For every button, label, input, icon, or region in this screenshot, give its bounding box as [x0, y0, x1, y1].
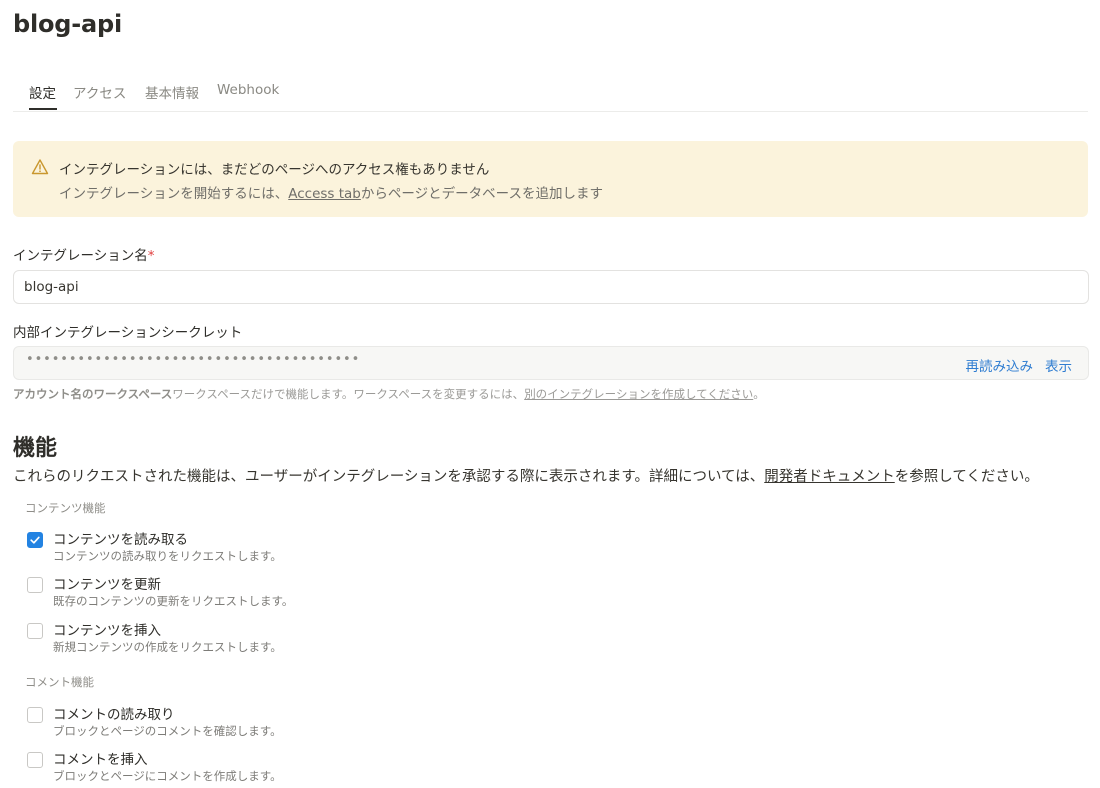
tab-bar: 設定 アクセス 基本情報 Webhook	[13, 76, 1088, 112]
read-comments-checkbox[interactable]	[27, 707, 43, 723]
capability-title: コンテンツを挿入	[53, 623, 161, 639]
active-tab-indicator	[29, 108, 57, 110]
create-integration-link[interactable]: 別のインテグレーションを作成してください	[524, 387, 753, 401]
capability-description: ブロックとページのコメントを確認します。	[53, 724, 282, 738]
capabilities-description: これらのリクエストされた機能は、ユーザーがインテグレーションを承認する際に表示さ…	[13, 465, 1039, 486]
integration-name-label-text: インテグレーション名	[13, 248, 148, 264]
capability-description: ブロックとページにコメントを作成します。	[53, 769, 282, 783]
alert-title: インテグレーションには、まだどのページへのアクセス権もありません	[59, 162, 490, 178]
capability-description: コンテンツの読み取りをリクエストします。	[53, 549, 282, 563]
secret-label: 内部インテグレーションシークレット	[13, 325, 243, 341]
alert-body: インテグレーションを開始するには、Access tabからページとデータベースを…	[59, 182, 603, 202]
capability-description: 新規コンテンツの作成をリクエストします。	[53, 640, 282, 654]
page-title: blog-api	[13, 10, 123, 38]
workspace-help-body: ワークスペースだけで機能します。ワークスペースを変更するには、	[172, 387, 525, 401]
content-capabilities-label: コンテンツ機能	[25, 501, 106, 515]
integration-name-value: blog-api	[24, 279, 79, 295]
integration-name-label: インテグレーション名*	[13, 244, 154, 264]
show-secret-button[interactable]: 表示	[1045, 359, 1072, 375]
capabilities-description-suffix: を参照してください。	[894, 469, 1039, 485]
comment-capabilities-label: コメント機能	[25, 675, 94, 689]
tab-basic-info[interactable]: 基本情報	[145, 82, 199, 102]
capability-read-content: コンテンツを読み取る コンテンツの読み取りをリクエストします。	[27, 528, 627, 564]
tab-access[interactable]: アクセス	[73, 82, 126, 102]
checkmark-icon	[30, 536, 40, 544]
warning-triangle-icon	[31, 159, 49, 175]
secret-actions: 再読み込み 表示	[966, 355, 1073, 375]
workspace-name: アカウント名のワークスペース	[13, 387, 173, 401]
secret-masked-value: •••••••••••••••••••••••••••••••••••••••	[26, 352, 361, 367]
alert-body-suffix: からページとデータベースを追加します	[360, 186, 603, 202]
capability-title: コメントを挿入	[53, 752, 148, 768]
capability-title: コメントの読み取り	[53, 707, 175, 723]
developer-docs-link[interactable]: 開発者ドキュメント	[764, 469, 895, 485]
capabilities-description-text: これらのリクエストされた機能は、ユーザーがインテグレーションを承認する際に表示さ…	[13, 469, 765, 485]
tab-settings[interactable]: 設定	[29, 82, 56, 102]
capability-read-comments: コメントの読み取り ブロックとページのコメントを確認します。	[27, 703, 627, 739]
capability-insert-comments: コメントを挿入 ブロックとページにコメントを作成します。	[27, 748, 627, 784]
secret-field: ••••••••••••••••••••••••••••••••••••••• …	[13, 346, 1089, 380]
insert-content-checkbox[interactable]	[27, 623, 43, 639]
read-content-checkbox[interactable]	[27, 532, 43, 548]
capabilities-title: 機能	[13, 436, 58, 461]
reload-secret-button[interactable]: 再読み込み	[966, 359, 1034, 375]
tab-webhook[interactable]: Webhook	[217, 82, 279, 98]
capability-update-content: コンテンツを更新 既存のコンテンツの更新をリクエストします。	[27, 573, 627, 609]
workspace-help-text: アカウント名のワークスペースワークスペースだけで機能します。ワークスペースを変更…	[13, 386, 765, 402]
alert-body-text: インテグレーションを開始するには、	[59, 186, 289, 202]
update-content-checkbox[interactable]	[27, 577, 43, 593]
integration-name-input[interactable]: blog-api	[13, 270, 1089, 304]
workspace-help-suffix: 。	[753, 387, 765, 401]
insert-comments-checkbox[interactable]	[27, 752, 43, 768]
capability-title: コンテンツを読み取る	[53, 532, 188, 548]
access-tab-link[interactable]: Access tab	[288, 186, 361, 202]
capability-title: コンテンツを更新	[53, 577, 161, 593]
required-mark: *	[147, 248, 155, 264]
no-access-alert: インテグレーションには、まだどのページへのアクセス権もありません インテグレーシ…	[13, 141, 1088, 217]
capability-description: 既存のコンテンツの更新をリクエストします。	[53, 594, 294, 608]
capability-insert-content: コンテンツを挿入 新規コンテンツの作成をリクエストします。	[27, 619, 627, 655]
